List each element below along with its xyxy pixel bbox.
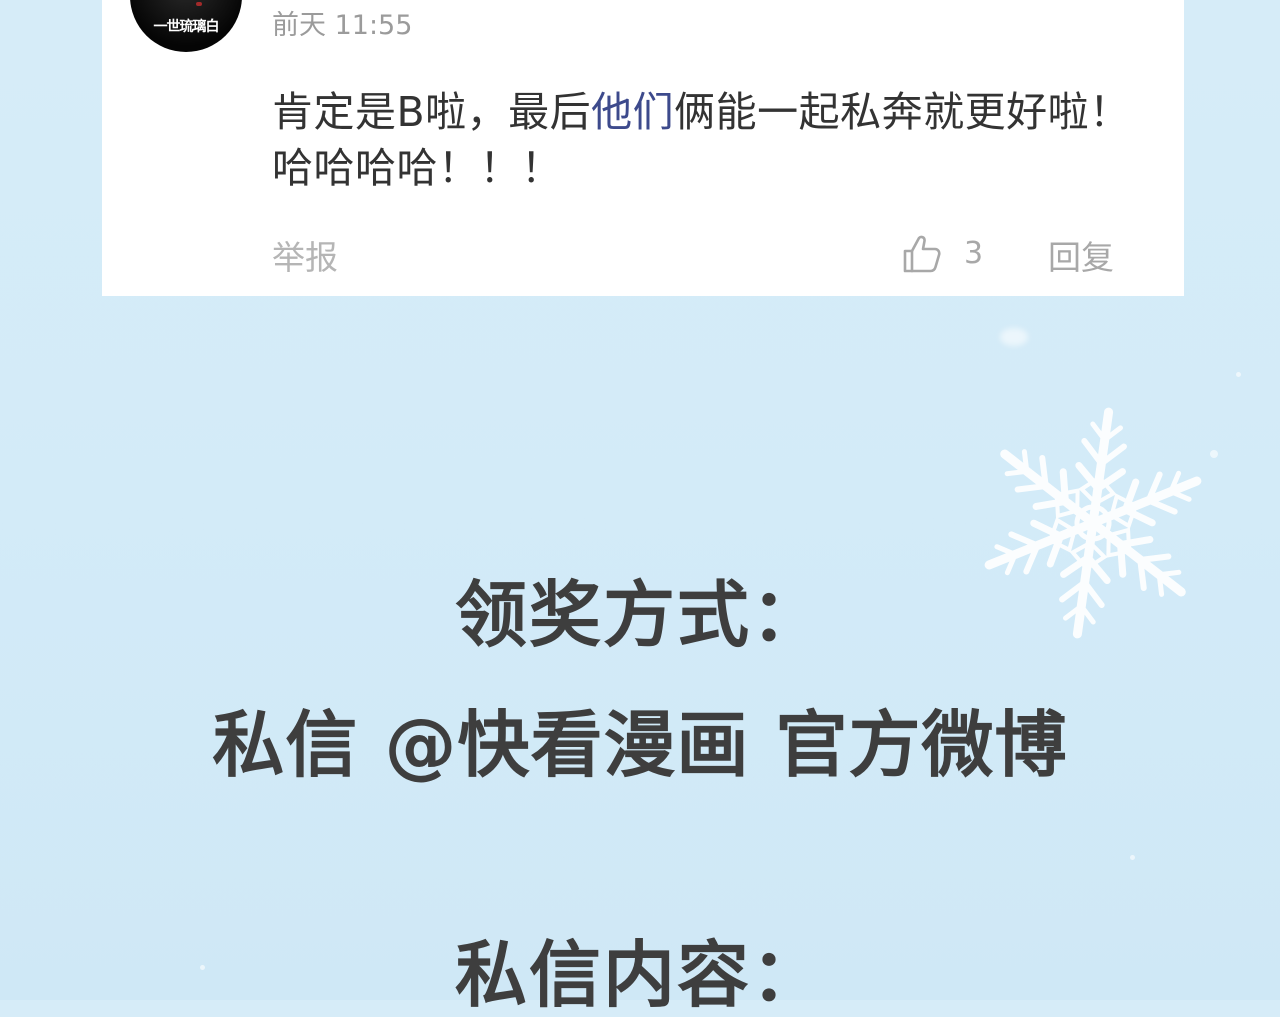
avatar-text: 一世琉璃白 — [153, 19, 220, 35]
comment-text-highlight[interactable]: 他们 — [591, 88, 674, 136]
sparkle-decoration — [1000, 328, 1028, 346]
comment-timestamp: 前天 11:55 — [272, 10, 413, 41]
reply-button[interactable]: 回复 — [1048, 236, 1114, 280]
comment-text-before: 肯定是B啦，最后 — [272, 88, 592, 136]
sparkle-decoration — [1130, 855, 1135, 860]
message-content-heading: 私信内容： — [454, 933, 825, 1017]
private-message-instruction: 私信 @快看漫画 官方微博 — [212, 703, 1068, 787]
avatar-decoration — [196, 2, 202, 6]
comment-card: 一世琉璃白 前天 11:55 肯定是B啦，最后他们俩能一起私奔就更好啦！哈哈哈哈… — [102, 0, 1184, 296]
comment-body: 肯定是B啦，最后他们俩能一起私奔就更好啦！哈哈哈哈！！！ — [272, 84, 1172, 196]
like-button[interactable]: 3 — [902, 232, 983, 276]
user-avatar[interactable]: 一世琉璃白 — [130, 0, 242, 52]
sparkle-decoration — [1236, 372, 1241, 377]
report-button[interactable]: 举报 — [272, 236, 338, 280]
like-count: 3 — [964, 236, 984, 271]
prize-method-heading: 领奖方式： — [454, 573, 825, 657]
thumbs-up-icon — [903, 235, 941, 273]
